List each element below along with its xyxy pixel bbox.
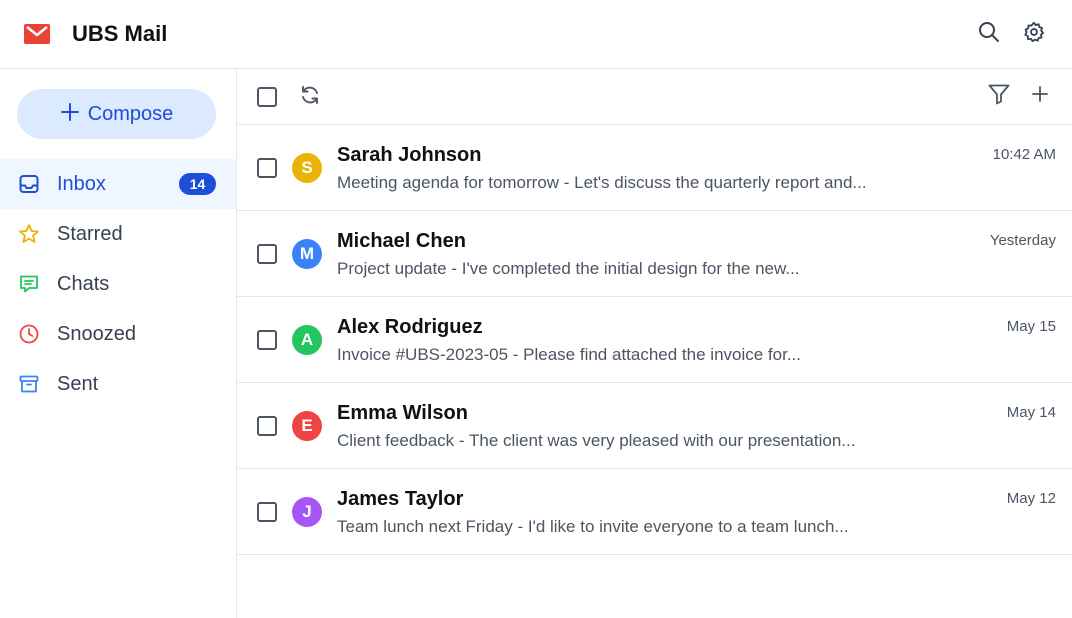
search-button[interactable] — [974, 19, 1004, 49]
sidebar-item-inbox[interactable]: Inbox 14 — [0, 159, 236, 209]
sidebar-nav: Inbox 14 Starred Chats Snoozed Sent — [0, 159, 236, 409]
email-checkbox[interactable] — [257, 244, 277, 264]
clock-icon — [18, 323, 40, 345]
email-checkbox[interactable] — [257, 416, 277, 436]
sidebar-item-starred[interactable]: Starred — [0, 209, 236, 259]
email-time: May 14 — [1006, 404, 1056, 421]
list-toolbar — [237, 69, 1072, 125]
email-time: May 12 — [1006, 490, 1056, 507]
email-sender: Alex Rodriguez — [337, 316, 483, 338]
add-button[interactable] — [1027, 83, 1053, 109]
email-time: May 15 — [1006, 318, 1056, 335]
sidebar-item-label: Starred — [57, 223, 123, 245]
sidebar: Compose Inbox 14 Starred Chats Snoozed S… — [0, 69, 237, 618]
avatar: J — [292, 497, 322, 527]
email-snippet: Project update - I've completed the init… — [337, 259, 800, 278]
mail-envelope-icon[interactable] — [24, 24, 50, 44]
sidebar-item-snoozed[interactable]: Snoozed — [0, 309, 236, 359]
email-time: Yesterday — [989, 232, 1056, 249]
refresh-icon — [299, 84, 321, 111]
plus-icon — [1030, 84, 1050, 109]
app-title: UBS Mail — [72, 21, 168, 46]
app-header: UBS Mail — [0, 0, 1072, 69]
sidebar-item-label: Snoozed — [57, 323, 136, 345]
inbox-icon — [18, 173, 40, 195]
filter-button[interactable] — [986, 83, 1012, 109]
avatar: M — [292, 239, 322, 269]
email-snippet: Invoice #UBS-2023-05 - Please find attac… — [337, 345, 801, 364]
refresh-button[interactable] — [297, 84, 323, 110]
email-checkbox[interactable] — [257, 330, 277, 350]
filter-icon — [987, 82, 1011, 111]
sidebar-item-label: Sent — [57, 373, 99, 395]
email-row[interactable]: E Emma Wilson Client feedback - The clie… — [237, 383, 1072, 469]
compose-label: Compose — [87, 103, 174, 125]
star-icon — [18, 223, 40, 245]
chat-icon — [18, 273, 40, 295]
sidebar-item-sent[interactable]: Sent — [0, 359, 236, 409]
sidebar-item-label: Chats — [57, 273, 110, 295]
select-all-checkbox[interactable] — [257, 87, 277, 107]
sidebar-item-chats[interactable]: Chats — [0, 259, 236, 309]
avatar: A — [292, 325, 322, 355]
settings-button[interactable] — [1019, 19, 1049, 49]
gear-icon — [1023, 21, 1045, 48]
email-snippet: Team lunch next Friday - I'd like to inv… — [337, 517, 849, 536]
email-row[interactable]: S Sarah Johnson Meeting agenda for tomor… — [237, 125, 1072, 211]
unread-count-badge: 14 — [179, 173, 216, 195]
email-snippet: Client feedback - The client was very pl… — [337, 431, 856, 450]
sidebar-item-label: Inbox — [57, 173, 106, 195]
compose-button[interactable]: Compose — [17, 89, 216, 139]
search-icon — [977, 20, 1001, 49]
email-sender: Emma Wilson — [337, 402, 468, 424]
plus-icon — [60, 102, 80, 127]
email-list-pane: S Sarah Johnson Meeting agenda for tomor… — [237, 69, 1072, 618]
email-row[interactable]: J James Taylor Team lunch next Friday - … — [237, 469, 1072, 555]
email-checkbox[interactable] — [257, 158, 277, 178]
email-time: 10:42 AM — [992, 146, 1056, 163]
email-snippet: Meeting agenda for tomorrow - Let's disc… — [337, 173, 867, 192]
email-list: S Sarah Johnson Meeting agenda for tomor… — [237, 125, 1072, 555]
email-row[interactable]: M Michael Chen Project update - I've com… — [237, 211, 1072, 297]
email-checkbox[interactable] — [257, 502, 277, 522]
avatar: S — [292, 153, 322, 183]
email-sender: James Taylor — [337, 488, 464, 510]
email-sender: Michael Chen — [337, 230, 466, 252]
email-row[interactable]: A Alex Rodriguez Invoice #UBS-2023-05 - … — [237, 297, 1072, 383]
avatar: E — [292, 411, 322, 441]
archive-box-icon — [18, 373, 40, 395]
email-sender: Sarah Johnson — [337, 144, 482, 166]
